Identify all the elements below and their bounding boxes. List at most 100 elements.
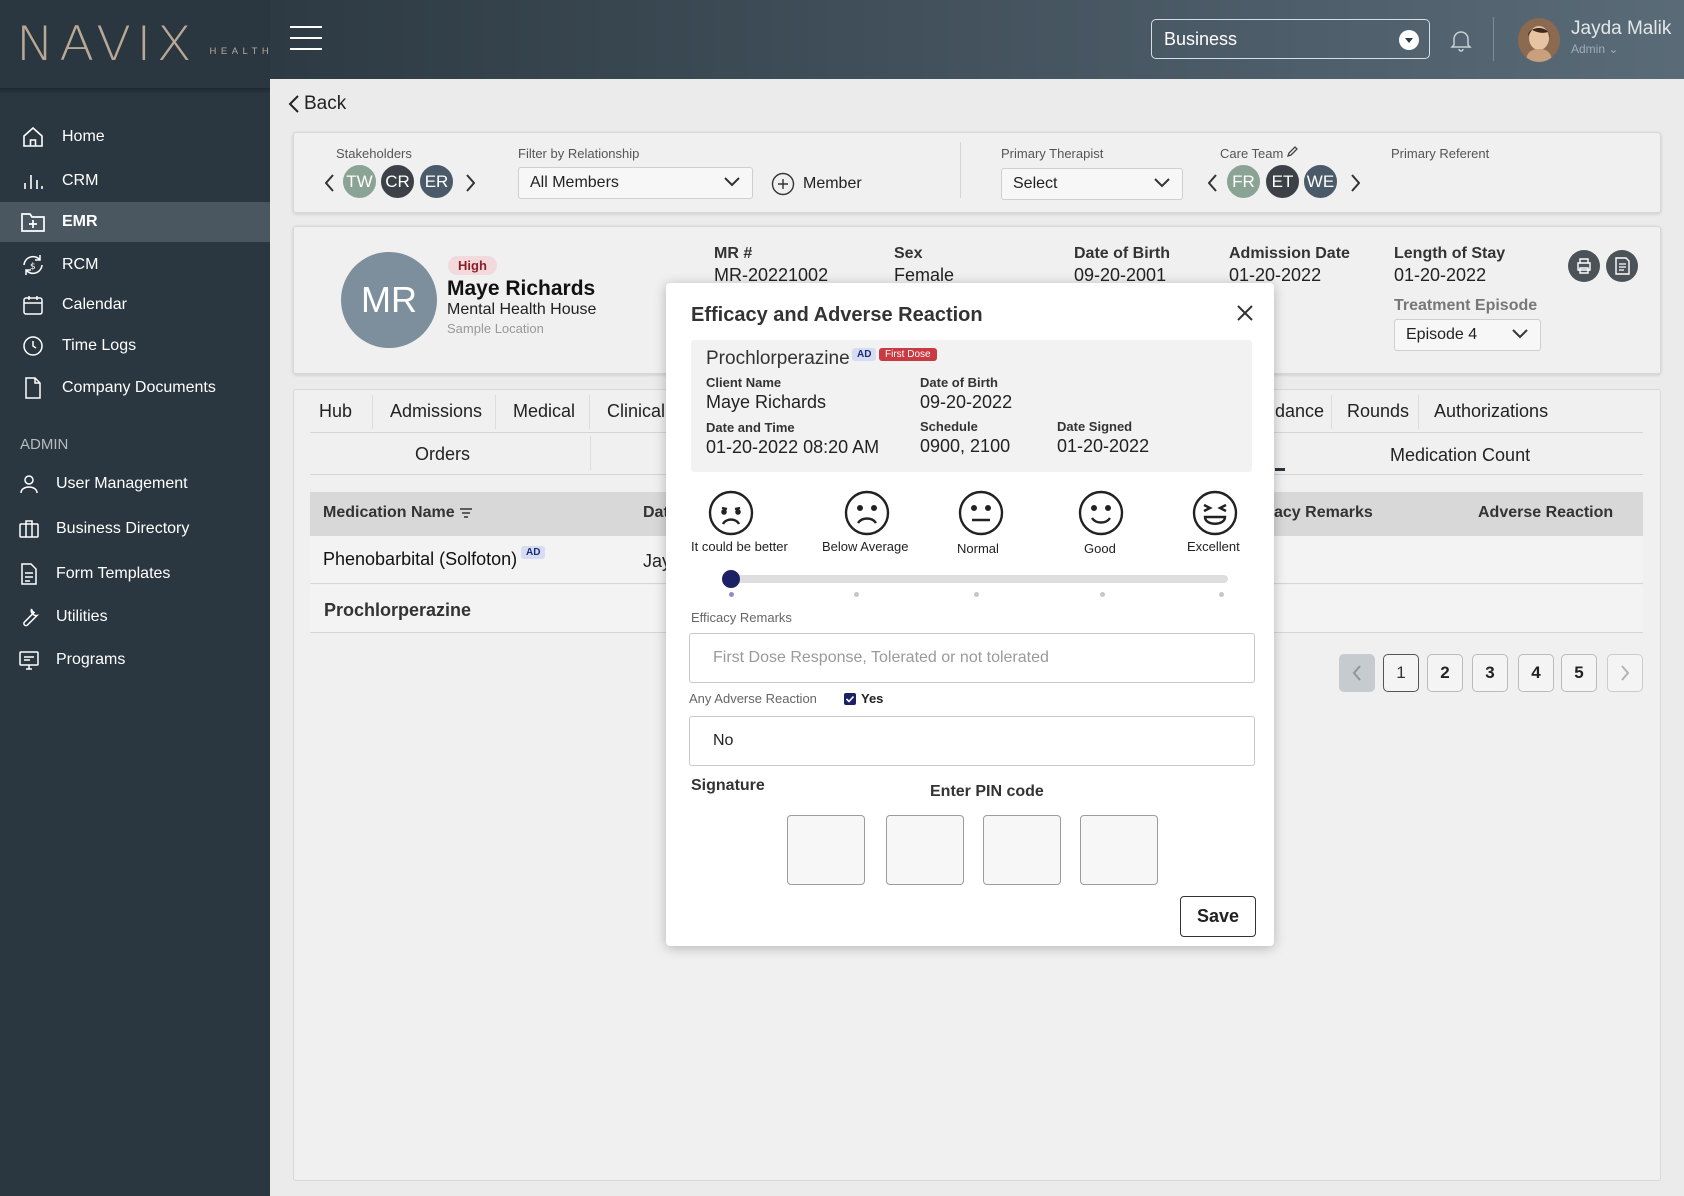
tab-rounds[interactable]: Rounds [1347,401,1409,422]
sidebar-item-rcm[interactable]: $ RCM [0,245,270,285]
sidebar-item-programs[interactable]: Programs [0,640,270,680]
tab-clinical[interactable]: Clinical [607,401,665,422]
tab-attendance[interactable]: dance [1275,401,1324,422]
sidebar-item-time-logs[interactable]: Time Logs [0,326,270,366]
col-adverse-reaction[interactable]: Adverse Reaction [1478,504,1613,522]
sidebar-item-company-documents[interactable]: Company Documents [0,368,270,408]
user-name[interactable]: Jayda Malik [1571,18,1671,40]
home-icon [18,122,48,152]
page-button-1[interactable]: 1 [1383,654,1419,692]
back-label: Back [304,93,347,114]
tab-authorizations[interactable]: Authorizations [1434,401,1548,422]
sidebar-item-emr[interactable]: EMR [0,202,270,242]
pin-digit-input[interactable] [787,815,865,885]
treatment-episode-label: Treatment Episode [1394,297,1538,314]
user-role-label: Admin [1571,42,1606,56]
col-efficacy-remarks[interactable]: acy Remarks [1274,504,1373,522]
sad-face-icon[interactable] [844,490,890,536]
smile-face-icon[interactable] [1078,490,1124,536]
subtab-medication-count[interactable]: Medication Count [1390,445,1530,466]
page-button-4[interactable]: 4 [1518,654,1554,692]
tab-admissions[interactable]: Admissions [390,401,482,422]
efficacy-remarks-label: Efficacy Remarks [691,610,792,625]
care-team-avatar[interactable]: FR [1225,163,1262,200]
primary-therapist-select[interactable]: Select [1001,168,1183,200]
plus-circle-icon [771,172,795,196]
relationship-filter-select[interactable]: All Members [518,167,753,199]
logo-wordmark: NAVIX [16,17,197,72]
first-dose-tag: First Dose [879,348,937,361]
rating-slider-handle[interactable] [722,570,740,588]
chevron-left-icon [1352,665,1362,681]
back-link[interactable]: Back [288,93,346,115]
page-button-2[interactable]: 2 [1427,654,1463,692]
chevron-left-icon[interactable] [325,174,335,192]
col-date[interactable]: Dat [643,504,669,522]
user-role[interactable]: Admin ⌄ [1571,42,1618,56]
pin-digit-input[interactable] [983,815,1061,885]
laughing-face-icon[interactable] [1192,490,1238,536]
close-icon[interactable] [1236,304,1254,322]
sidebar-item-label: EMR [62,213,98,230]
adverse-reaction-label: Any Adverse Reaction [689,691,817,706]
subtab-orders[interactable]: Orders [415,444,470,465]
next-page-button[interactable] [1607,654,1643,692]
relationship-filter-value: All Members [530,174,619,191]
sidebar-item-business-directory[interactable]: Business Directory [0,509,270,549]
pin-digit-input[interactable] [1080,815,1158,885]
sidebar-item-crm[interactable]: CRM [0,161,270,201]
sidebar-item-user-management[interactable]: User Management [0,464,270,504]
tab-separator [589,395,590,429]
bar-chart-icon [18,166,48,196]
admission-date-label: Admission Date [1229,245,1350,262]
sidebar-item-utilities[interactable]: Utilities [0,597,270,637]
tab-medical[interactable]: Medical [513,401,575,422]
care-team-avatar[interactable]: WE [1302,163,1339,200]
sidebar-item-calendar[interactable]: Calendar [0,285,270,325]
col-medication-name[interactable]: Medication Name [323,504,473,522]
navix-logo[interactable]: NAVIX HEALTH [16,17,269,72]
rating-slider-track[interactable] [732,575,1228,583]
pencil-icon[interactable] [1286,145,1299,158]
sidebar-item-home[interactable]: Home [0,117,270,157]
subtab-active-indicator [1275,468,1285,471]
worried-face-icon[interactable] [708,490,754,536]
user-icon [14,469,44,499]
avatar[interactable] [1518,18,1560,62]
chevron-right-icon [1620,665,1630,681]
page-button-3[interactable]: 3 [1472,654,1508,692]
print-icon[interactable] [1568,250,1600,282]
logo-sub: HEALTH [209,46,274,57]
add-member-button[interactable]: Member [771,172,862,196]
page-button-5[interactable]: 5 [1561,654,1597,692]
prev-page-button[interactable] [1339,654,1375,692]
adverse-reaction-input[interactable]: No [689,716,1255,766]
chevron-right-icon[interactable] [465,174,475,192]
sidebar-item-label: Time Logs [62,337,137,354]
clock-icon [18,331,48,361]
report-icon[interactable] [1606,250,1638,282]
chevron-left-icon[interactable] [1208,174,1218,192]
primary-referent-label: Primary Referent [1391,146,1490,161]
neutral-face-icon[interactable] [958,490,1004,536]
stakeholder-avatar[interactable]: CR [379,163,416,200]
sidebar-item-label: Utilities [56,608,108,625]
menu-icon[interactable] [290,24,322,52]
adverse-reaction-checkbox[interactable]: Yes [844,691,883,706]
tab-hub[interactable]: Hub [319,401,352,422]
treatment-episode-select[interactable]: Episode 4 [1394,319,1541,351]
sidebar-item-label: User Management [56,475,188,492]
chevron-right-icon[interactable] [1350,174,1360,192]
bell-icon[interactable] [1450,28,1472,52]
adverse-yes-label: Yes [861,691,884,706]
efficacy-remarks-input[interactable]: First Dose Response, Tolerated or not to… [689,633,1255,683]
sidebar-item-form-templates[interactable]: Form Templates [0,554,270,594]
pin-digit-input[interactable] [886,815,964,885]
stakeholder-avatar[interactable]: ER [418,163,455,200]
sort-icon [459,507,473,519]
business-select[interactable]: Business [1151,19,1430,59]
care-team-avatar[interactable]: ET [1264,163,1301,200]
stakeholder-avatar[interactable]: TW [341,163,378,200]
calendar-icon [18,290,48,320]
save-button[interactable]: Save [1180,896,1256,937]
